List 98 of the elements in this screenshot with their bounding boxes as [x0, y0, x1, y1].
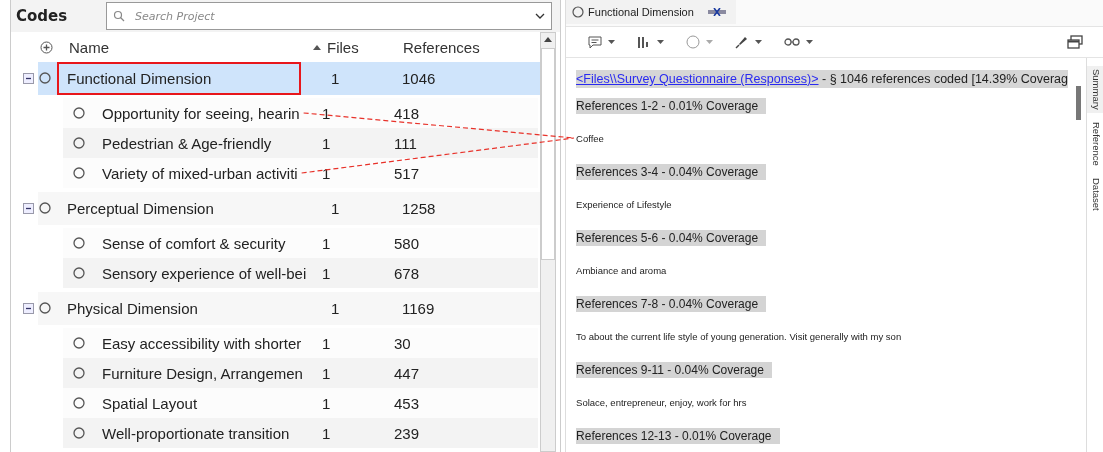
circle-icon: [572, 6, 585, 19]
document-tab[interactable]: Functional Dimension: [566, 0, 736, 25]
circle-icon: [73, 137, 85, 149]
node-name[interactable]: Spatial Layout: [102, 394, 198, 412]
circle-icon: [39, 72, 51, 84]
circle-icon: [73, 427, 85, 439]
references-count: 453: [394, 394, 421, 412]
files-count: 1: [322, 394, 332, 412]
column-header[interactable]: Files: [327, 38, 359, 56]
files-count: 1: [322, 104, 332, 122]
files-count: 1: [322, 164, 332, 182]
see-also-dropdown[interactable]: [784, 37, 814, 48]
add-circle-icon[interactable]: [40, 40, 53, 54]
circle-icon: [39, 202, 51, 214]
circle-icon: [73, 107, 85, 119]
restore-window-icon[interactable]: [1067, 35, 1083, 50]
node-name[interactable]: Opportunity for seeing, hearin: [102, 104, 300, 122]
sort-up-icon: [313, 44, 321, 50]
side-tab[interactable]: Summary: [1087, 66, 1103, 113]
side-tab[interactable]: Dataset: [1087, 174, 1103, 214]
circle-icon: [73, 337, 85, 349]
node-name[interactable]: Sense of comfort & security: [102, 234, 286, 252]
reference-heading: References 9-11 - 0.04% Coverage: [576, 362, 772, 378]
references-count: 239: [394, 424, 421, 442]
column-header[interactable]: Name: [69, 38, 321, 56]
files-count: 1: [322, 134, 332, 152]
chevron-down-icon[interactable]: [535, 12, 546, 20]
reference-text: To about the current life style of young generation. Visit generally with my son: [576, 330, 902, 342]
references-count: 580: [394, 234, 421, 252]
node-name[interactable]: Pedestrian & Age-friendly: [102, 134, 272, 152]
reference-text: Experience of Lifestyle: [576, 198, 672, 210]
node-name: Perceptual Dimension: [66, 198, 215, 219]
side-tab[interactable]: Reference: [1087, 118, 1103, 169]
node-name[interactable]: Easy accessibility with shorter: [102, 334, 302, 352]
reference-heading: References 7-8 - 0.04% Coverage: [576, 296, 767, 312]
files-count: 1: [322, 334, 332, 352]
references-count: 418: [394, 104, 421, 122]
files-count: 1: [322, 264, 332, 282]
node-name[interactable]: Well-proportionate transition: [102, 424, 290, 442]
files-count: 1: [322, 234, 332, 252]
reference-text: Solace, entrepreneur, enjoy, work for hrs: [576, 396, 747, 408]
caret-icon: [706, 40, 714, 45]
tree-row[interactable]: Physical Dimension 1 1169: [38, 291, 541, 325]
references-count: 30: [394, 334, 412, 352]
circle-icon: [73, 367, 85, 379]
reference-text: Ambiance and aroma: [576, 264, 667, 276]
caret-icon: [608, 40, 616, 45]
reference-heading: References 3-4 - 0.04% Coverage: [576, 164, 767, 180]
node-name[interactable]: Variety of mixed-urban activiti: [102, 164, 298, 182]
circle-icon: [39, 302, 51, 314]
search-field[interactable]: Search Project: [106, 2, 553, 30]
search-icon: [113, 10, 125, 22]
references-count: 678: [394, 264, 421, 282]
highlight-dropdown[interactable]: [735, 35, 763, 50]
files-count: 1: [322, 364, 332, 382]
collapse-toggle-icon[interactable]: [23, 302, 34, 314]
scrollbar[interactable]: [540, 32, 557, 452]
reference-heading: References 5-6 - 0.04% Coverage: [576, 230, 767, 246]
memo-dropdown[interactable]: [588, 35, 616, 49]
source-summary: <Files\\Survey Questionnaire (Responses)> - § 1046 references coded [14.39% Coverag: [576, 70, 1068, 88]
references-count: 1046: [402, 69, 437, 87]
files-count: 1: [330, 69, 341, 87]
references-count: 517: [394, 164, 421, 182]
references-count: 447: [394, 364, 421, 382]
files-count: 1: [330, 299, 341, 317]
references-count: 1169: [402, 299, 436, 317]
node-name: Physical Dimension: [66, 298, 199, 319]
circle-icon: [73, 397, 85, 409]
circle-icon: [73, 237, 85, 249]
stripes-dropdown[interactable]: [637, 35, 665, 49]
files-count: 1: [330, 199, 341, 217]
caret-icon: [657, 40, 665, 45]
caret-icon: [755, 40, 763, 45]
tree-row[interactable]: Functional Dimension 1 1046: [38, 61, 541, 95]
reference-text: Coffee: [576, 132, 604, 144]
files-count: 1: [322, 424, 332, 442]
search-input[interactable]: Search Project: [133, 8, 528, 24]
panel-title: Codes: [15, 7, 69, 25]
memo-icon: [588, 35, 603, 49]
collapse-toggle-icon[interactable]: [23, 72, 34, 84]
source-link[interactable]: <Files\\Survey Questionnaire (Responses)>: [576, 72, 819, 86]
circle-icon: [686, 35, 701, 50]
references-count: 111: [394, 134, 418, 152]
reference-heading: References 12-13 - 0.01% Coverage: [576, 428, 780, 444]
collapse-toggle-icon[interactable]: [23, 202, 34, 214]
circle-icon: [73, 167, 85, 179]
node-name: Functional Dimension: [59, 63, 299, 93]
circle-icon: [73, 267, 85, 279]
references-count: 1258: [402, 199, 437, 217]
reference-heading: References 1-2 - 0.01% Coverage: [576, 98, 767, 114]
node-name[interactable]: Sensory experience of well-bei: [102, 264, 307, 282]
caret-icon: [806, 40, 814, 45]
scroll-up-icon[interactable]: [544, 37, 553, 42]
highlighter-icon: [735, 35, 750, 50]
tree-row[interactable]: Perceptual Dimension 1 1258: [38, 191, 541, 225]
node-name[interactable]: Furniture Design, Arrangemen: [102, 364, 303, 382]
column-header[interactable]: References: [403, 38, 493, 56]
glasses-icon: [784, 37, 801, 48]
